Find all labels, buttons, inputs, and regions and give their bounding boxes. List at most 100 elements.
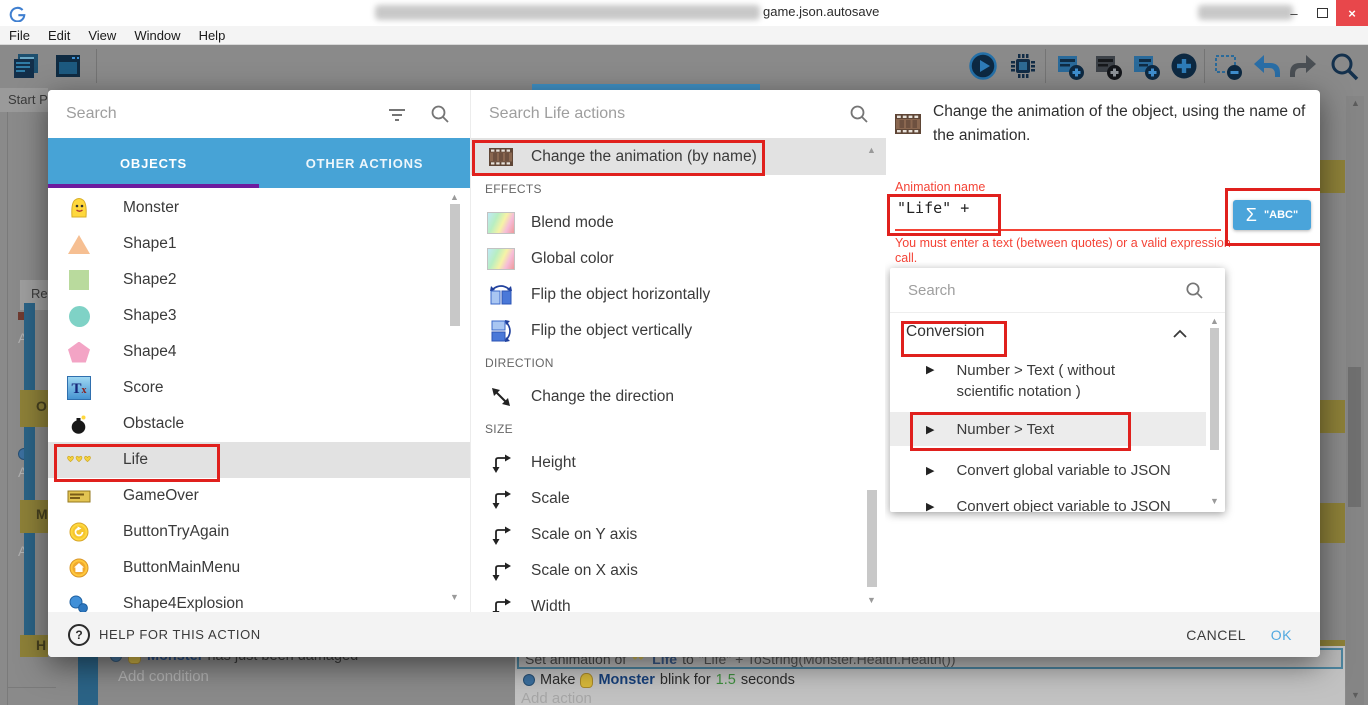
minimize-button[interactable]: – xyxy=(1280,0,1308,26)
expression-item[interactable]: ▶ Number > Text ( without scientific not… xyxy=(890,360,1206,402)
objects-panel: OBJECTS OTHER ACTIONS Monster Shape1 Sha… xyxy=(48,90,470,612)
object-list-item[interactable]: GameOver xyxy=(48,478,470,514)
search-icon[interactable] xyxy=(1185,281,1204,300)
add-action-link[interactable]: Add action xyxy=(521,690,592,705)
menu-help[interactable]: Help xyxy=(190,28,235,43)
error-message: You must enter a text (between quotes) o… xyxy=(895,236,1245,265)
events-sheet-button[interactable] xyxy=(10,50,42,82)
dropdown-scroll-thumb[interactable] xyxy=(1210,328,1219,450)
list-scroll-thumb[interactable] xyxy=(450,204,460,326)
menu-window[interactable]: Window xyxy=(125,28,189,43)
section-header: EFFECTS xyxy=(485,182,542,196)
list-scroll-down[interactable]: ▼ xyxy=(867,595,876,605)
action-item[interactable]: Flip the object vertically xyxy=(471,313,886,349)
debug-button[interactable] xyxy=(1007,50,1039,82)
add-event-button[interactable] xyxy=(1054,50,1086,82)
object-list-item[interactable]: ButtonMainMenu xyxy=(48,550,470,586)
expression-builder-button[interactable]: Σ "ABC" xyxy=(1233,200,1311,230)
play-icon xyxy=(968,51,998,81)
expression-group-label[interactable]: Conversion xyxy=(906,323,984,341)
menu-file[interactable]: File xyxy=(0,28,39,43)
object-list-item[interactable]: ButtonTryAgain xyxy=(48,514,470,550)
action-item[interactable]: Scale xyxy=(471,481,886,517)
scene-tab-fragment[interactable]: Start P xyxy=(0,88,48,112)
active-tab-underline xyxy=(48,184,259,188)
object-list-item[interactable]: Shape1 xyxy=(48,226,470,262)
action-item[interactable]: Height xyxy=(471,445,886,481)
object-list-item[interactable]: Shape2 xyxy=(48,262,470,298)
tab-objects[interactable]: OBJECTS xyxy=(48,138,259,188)
add-new-button[interactable] xyxy=(1168,50,1200,82)
add-comment-icon xyxy=(1093,51,1123,81)
search-icon[interactable] xyxy=(849,104,869,124)
event-indent-bar xyxy=(24,533,35,635)
search-events-button[interactable] xyxy=(1328,50,1360,82)
parameters-panel: Change the animation of the object, usin… xyxy=(885,90,1320,612)
sigma-icon: Σ xyxy=(1246,206,1257,224)
action-description: Change the animation of the object, usin… xyxy=(933,100,1320,148)
expression-search-input[interactable] xyxy=(906,281,1145,300)
action-object: Monster xyxy=(598,672,654,688)
menu-view[interactable]: View xyxy=(79,28,125,43)
action-editor-dialog: OBJECTS OTHER ACTIONS Monster Shape1 Sha… xyxy=(48,90,1320,657)
scrollbar-down-arrow[interactable]: ▼ xyxy=(1351,690,1360,700)
object-list-item-selected[interactable]: Life xyxy=(48,442,470,478)
object-list-item[interactable]: Shape4 xyxy=(48,334,470,370)
list-scroll-thumb[interactable] xyxy=(867,490,877,587)
animation-name-input[interactable] xyxy=(895,198,1199,218)
comment-letter: H xyxy=(36,637,46,653)
undo-button[interactable] xyxy=(1250,50,1282,82)
action-item[interactable]: Change the direction xyxy=(471,379,886,415)
ok-button[interactable]: OK xyxy=(1271,627,1292,643)
search-icon[interactable] xyxy=(430,104,450,124)
list-scroll-down[interactable]: ▼ xyxy=(450,592,459,602)
help-link[interactable]: HELP FOR THIS ACTION xyxy=(99,627,261,642)
expression-item-highlighted[interactable]: ▶ Number > Text xyxy=(890,412,1206,446)
search-icon xyxy=(1329,51,1359,81)
chevron-up-icon[interactable] xyxy=(1172,329,1188,339)
tab-other-actions[interactable]: OTHER ACTIONS xyxy=(259,138,470,188)
action-unit: seconds xyxy=(741,672,795,688)
filter-icon[interactable] xyxy=(388,108,406,122)
action-item[interactable]: Scale on Y axis xyxy=(471,517,886,553)
action-row[interactable]: Make Monster blink for 1.5 seconds xyxy=(517,669,795,691)
size-arrow-icon xyxy=(487,560,515,582)
actions-search-bar xyxy=(471,90,886,139)
add-subevent-button[interactable] xyxy=(1130,50,1162,82)
objects-search-input[interactable] xyxy=(64,104,363,124)
menu-edit[interactable]: Edit xyxy=(39,28,79,43)
list-scroll-up[interactable]: ▲ xyxy=(450,192,459,202)
action-item-selected[interactable]: Change the animation (by name) xyxy=(471,138,886,175)
dropdown-scroll-down[interactable]: ▼ xyxy=(1210,496,1219,506)
action-item[interactable]: Blend mode xyxy=(471,205,886,241)
scene-editor-button[interactable] xyxy=(52,50,84,82)
list-scroll-up[interactable]: ▲ xyxy=(867,145,876,155)
expression-item[interactable]: ▶ Convert object variable to JSON xyxy=(890,490,1206,512)
scrollbar-thumb[interactable] xyxy=(1348,367,1361,507)
maximize-button[interactable] xyxy=(1308,0,1336,26)
object-list-item[interactable]: Shape3 xyxy=(48,298,470,334)
redacted-title-text xyxy=(1198,5,1293,20)
play-button[interactable] xyxy=(967,50,999,82)
expression-item[interactable]: ▶ Convert global variable to JSON xyxy=(890,454,1206,486)
event-indent-bar xyxy=(24,303,35,390)
action-item[interactable]: Flip the object horizontally xyxy=(471,277,886,313)
object-list-item[interactable]: Obstacle xyxy=(48,406,470,442)
add-condition-link[interactable]: Add condition xyxy=(118,668,209,685)
scrollbar-up-arrow[interactable]: ▲ xyxy=(1351,98,1360,108)
redo-button[interactable] xyxy=(1288,50,1320,82)
dropdown-scroll-up[interactable]: ▲ xyxy=(1210,316,1219,326)
action-item[interactable]: Scale on X axis xyxy=(471,553,886,589)
object-list-item[interactable]: Shape4Explosion xyxy=(48,586,470,612)
object-list-item[interactable]: Tx Score xyxy=(48,370,470,406)
add-event-icon xyxy=(1055,51,1085,81)
help-icon[interactable]: ? xyxy=(68,624,90,646)
action-item[interactable]: Width xyxy=(471,589,886,612)
close-button[interactable]: × xyxy=(1336,0,1368,26)
action-item[interactable]: Global color xyxy=(471,241,886,277)
remove-event-button[interactable] xyxy=(1212,50,1244,82)
cancel-button[interactable]: CANCEL xyxy=(1186,627,1246,643)
add-comment-button[interactable] xyxy=(1092,50,1124,82)
actions-search-input[interactable] xyxy=(487,104,782,124)
object-list-item[interactable]: Monster xyxy=(48,190,470,226)
